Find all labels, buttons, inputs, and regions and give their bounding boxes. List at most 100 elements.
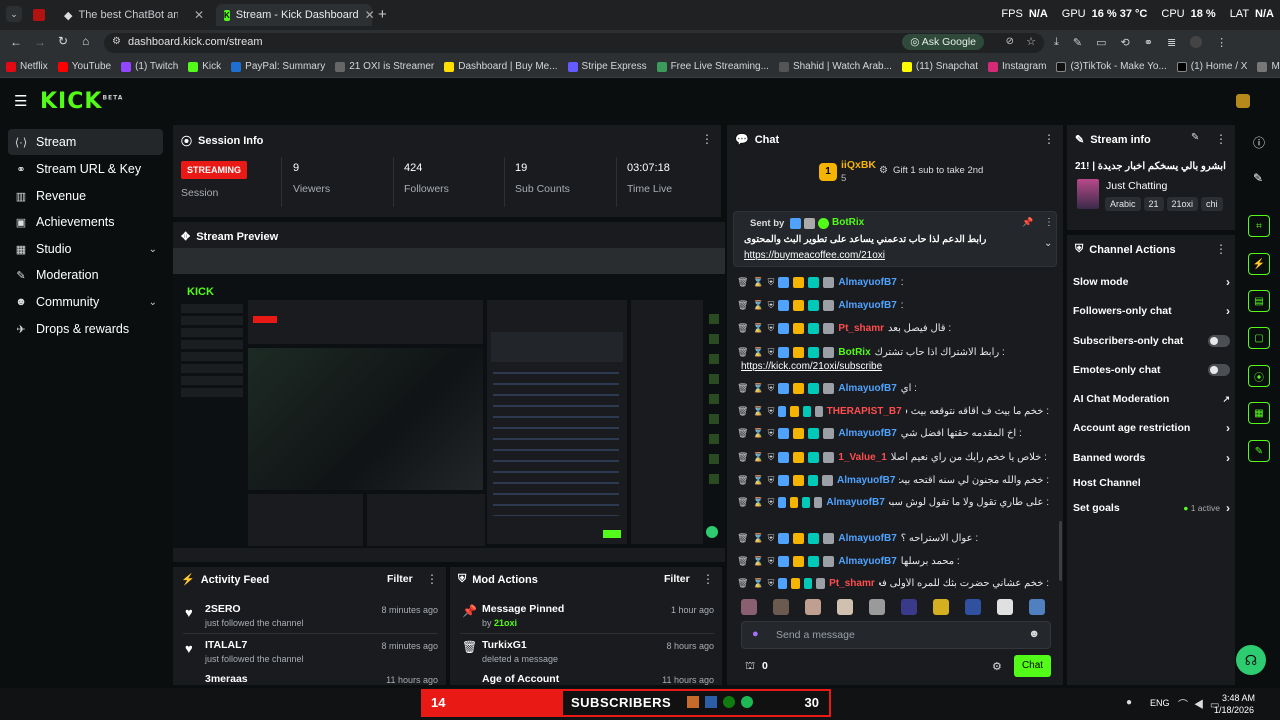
category-thumbnail[interactable]	[1077, 179, 1099, 209]
subscribers-only-toggle[interactable]	[1208, 335, 1230, 347]
more-icon[interactable]: ⋮	[701, 132, 713, 146]
chat-username[interactable]: Pt_shamr	[829, 578, 875, 589]
emotes-only-toggle[interactable]	[1208, 364, 1230, 376]
banned-words-row[interactable]: Banned words ›	[1073, 450, 1230, 466]
emote-icon[interactable]	[965, 599, 981, 615]
rail-button-crop[interactable]: ⌗	[1248, 215, 1270, 237]
bookmark-snapchat[interactable]: (11) Snapchat	[901, 61, 978, 72]
emote-icon[interactable]	[997, 599, 1013, 615]
rail-button-tools[interactable]: ✎	[1248, 440, 1270, 462]
ask-google-button[interactable]: ◎ Ask Google	[902, 34, 984, 50]
emote-icon[interactable]	[1029, 599, 1045, 615]
xbox-icon[interactable]	[723, 696, 735, 708]
chat-settings-icon[interactable]: ⚙	[992, 660, 1002, 673]
pinned-user[interactable]: BotRix	[832, 217, 864, 228]
help-button[interactable]: ☊	[1236, 645, 1266, 675]
tag[interactable]: 21	[1143, 197, 1164, 211]
bookmark-buymeacoffee[interactable]: Dashboard | Buy Me...	[444, 61, 558, 72]
hamburger-icon[interactable]: ☰	[14, 92, 27, 110]
emote-icon[interactable]	[741, 599, 757, 615]
bookmark-mtstore[interactable]: MT Store - مرحبا	[1257, 61, 1280, 72]
rail-button-layout[interactable]: ▦	[1248, 402, 1270, 424]
eye-off-icon[interactable]: ⊘	[1006, 36, 1014, 47]
emoji-icon[interactable]: ☻	[1028, 628, 1040, 640]
more-icon[interactable]: ⋮	[1215, 132, 1227, 146]
more-icon[interactable]: ⋮	[426, 572, 438, 586]
chat-username[interactable]: AlmayuofB7	[837, 475, 895, 486]
chat-message[interactable]: 🗑 ⌛ ⛨ AlmayuofB7:	[737, 300, 1049, 311]
edit-icon[interactable]: ✎	[1253, 171, 1263, 185]
chat-username[interactable]: 1_Value_1	[838, 452, 886, 463]
app-icon[interactable]	[705, 696, 717, 708]
volume-icon[interactable]: ◀	[1194, 700, 1210, 711]
chat-message[interactable]: 🗑 ⌛ ⛨ AlmayuofB7:	[737, 277, 1049, 288]
close-icon[interactable]: ✕	[365, 8, 375, 22]
tab-list-button[interactable]: ⌄	[6, 6, 22, 22]
profile-avatar[interactable]	[1190, 36, 1203, 48]
chat-send-button[interactable]: Chat	[1014, 655, 1051, 677]
more-icon[interactable]: ⋮	[1215, 242, 1227, 256]
mic-icon[interactable]: ●	[752, 628, 759, 640]
more-icon[interactable]: ⋮	[1044, 217, 1054, 228]
chat-message[interactable]: 🗑 ⌛ ⛨ AlmayuofB7: اي	[737, 383, 1049, 394]
chat-username[interactable]: AlmayuofB7	[838, 277, 896, 288]
emote-icon[interactable]	[837, 599, 853, 615]
wallet-icon[interactable]: ▭	[1096, 36, 1106, 49]
sidebar-item-revenue[interactable]: ▥ Revenue	[8, 183, 163, 209]
preview-video[interactable]: KICK	[173, 248, 725, 548]
sidebar-item-stream-url[interactable]: ⚭ Stream URL & Key	[8, 156, 163, 182]
pinned-tab[interactable]	[28, 6, 50, 24]
sidebar-item-studio[interactable]: ▦ Studio ⌄	[8, 236, 163, 262]
host-channel-row[interactable]: Host Channel	[1073, 475, 1230, 491]
tab-kick-dashboard[interactable]: K Stream - Kick Dashboard ✕	[216, 4, 375, 26]
account-age-row[interactable]: Account age restriction ›	[1073, 420, 1230, 436]
reload-icon[interactable]: ↻	[58, 34, 68, 48]
followers-only-row[interactable]: Followers-only chat ›	[1073, 303, 1230, 319]
chat-message[interactable]: 🗑 ⌛ ⛨ 1_Value_1: خلاص يا خخم رايك من رأي نع…	[737, 452, 1049, 463]
chat-username[interactable]: AlmayuofB7	[838, 556, 896, 567]
category-name[interactable]: Just Chatting	[1106, 180, 1167, 192]
bookmark-stripe[interactable]: Stripe Express	[567, 61, 647, 72]
pinned-link[interactable]: https://buymeacoffee.com/21oxi	[744, 250, 885, 261]
rail-button-broadcast[interactable]: ⦿	[1248, 365, 1270, 387]
bookmark-paypal[interactable]: PayPal: Summary	[231, 61, 325, 72]
tag[interactable]: chi	[1201, 197, 1223, 211]
ai-moderation-row[interactable]: AI Chat Moderation ↗	[1073, 391, 1230, 407]
emote-icon[interactable]	[901, 599, 917, 615]
chat-message[interactable]: 🗑 ⌛ ⛨ AlmayuofB7: محمد برسلها	[737, 556, 1049, 567]
lang-indicator[interactable]: ENG	[1150, 698, 1170, 708]
reading-list-icon[interactable]: ≣	[1167, 36, 1176, 49]
chat-username[interactable]: Pt_shamr	[838, 323, 884, 334]
bookmark-tiktok[interactable]: (3)TikTok - Make Yo...	[1056, 61, 1167, 72]
bookmark-free-live[interactable]: Free Live Streaming...	[656, 61, 769, 72]
sidebar-item-community[interactable]: ☻ Community ⌄	[8, 289, 163, 315]
chat-message[interactable]: 🗑 ⌛ ⛨ AlmayuofB7: على طاري تقول ولا ما تقول…	[737, 497, 1049, 508]
chat-message[interactable]: 🗑 ⌛ ⛨ BotRix: رابط الاشتراك اذا حاب تشترك	[737, 347, 1049, 358]
chat-username[interactable]: AlmayuofB7	[838, 300, 896, 311]
rail-button-notes[interactable]: ▤	[1248, 290, 1270, 312]
info-icon[interactable]: ⓘ	[1253, 134, 1265, 151]
slow-mode-row[interactable]: Slow mode ›	[1073, 274, 1230, 290]
chat-username[interactable]: AlmayuofB7	[838, 383, 896, 394]
clock-time[interactable]: 3:48 AM	[1222, 693, 1255, 703]
activity-filter-button[interactable]: Filter	[387, 573, 413, 585]
chat-message[interactable]: 🗑 ⌛ ⛨ AlmayuofB7: خخم والله مجنون لي سنه اق…	[737, 475, 1049, 486]
profile-badge-icon[interactable]	[1236, 94, 1250, 108]
pin-icon[interactable]: 📌	[1022, 217, 1033, 228]
back-icon[interactable]: ←	[10, 35, 22, 49]
gift-text[interactable]: Gift 1 sub to take 2nd	[893, 165, 983, 176]
gifter-name[interactable]: iiQxBK	[841, 159, 876, 171]
tag[interactable]: 21oxi	[1166, 197, 1199, 211]
mic-icon[interactable]: ●	[1126, 697, 1132, 708]
edit-icon[interactable]: ✎	[1191, 132, 1199, 143]
wifi-icon[interactable]: ⌒	[1178, 700, 1194, 711]
site-info-icon[interactable]: ⚙	[112, 36, 121, 47]
bookmark-instagram[interactable]: Instagram	[987, 61, 1046, 72]
more-icon[interactable]: ⋮	[702, 572, 714, 586]
chat-username[interactable]: AlmayuofB7	[838, 428, 896, 439]
chat-message[interactable]: 🗑 ⌛ ⛨ Pt_shamr: خخم عشاني حضرت بثك للمره ال…	[737, 578, 1049, 589]
close-icon[interactable]: ✕	[194, 8, 204, 22]
emote-icon[interactable]	[805, 599, 821, 615]
download-icon[interactable]: ⤓	[1054, 36, 1059, 49]
sidebar-item-achievements[interactable]: ▣ Achievements	[8, 209, 163, 235]
